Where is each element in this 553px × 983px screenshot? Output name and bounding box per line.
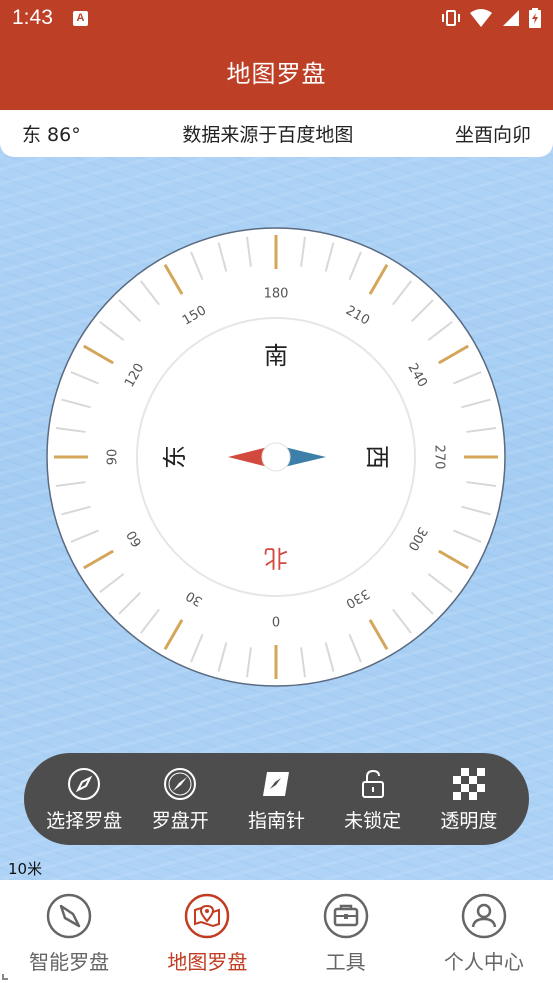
map-scale: 10米 xyxy=(8,860,43,878)
toolbox-icon xyxy=(323,893,368,939)
battery-icon xyxy=(529,8,541,28)
needle-icon xyxy=(258,766,294,802)
data-source-label: 数据来源于百度地图 xyxy=(182,124,354,146)
nav-profile-label: 个人中心 xyxy=(443,950,524,974)
status-time: 1:43 xyxy=(12,6,53,29)
wifi-icon xyxy=(470,9,492,27)
notification-icon: A xyxy=(73,11,88,26)
nav-smart-compass[interactable]: 智能罗盘 xyxy=(9,892,129,975)
page-title: 地图罗盘 xyxy=(226,60,327,88)
transparency-label: 透明度 xyxy=(440,809,498,832)
app-header: 地图罗盘 xyxy=(0,38,553,110)
degree-label: 0 xyxy=(272,613,280,628)
nav-profile[interactable]: 个人中心 xyxy=(424,892,544,975)
needle-button[interactable]: 指南针 xyxy=(231,766,321,833)
degree-label: 90 xyxy=(106,449,121,466)
compass-open-button[interactable]: 罗盘开 xyxy=(135,766,225,833)
cardinal-north: 北 xyxy=(264,544,288,572)
degree-label: 270 xyxy=(432,445,447,470)
lock-button[interactable]: 未锁定 xyxy=(328,766,418,833)
bottom-nav: 智能罗盘 地图罗盘 工具 个人中心 xyxy=(0,880,553,983)
orientation-label: 坐酉向卯 xyxy=(454,124,531,146)
corner-marker xyxy=(2,974,8,980)
nav-map-compass[interactable]: 地图罗盘 xyxy=(147,892,267,975)
compass-dial[interactable]: 0306090120150180210240270300330 北东南西 xyxy=(45,226,507,688)
compass-toolbar: 选择罗盘 罗盘开 指南针 未锁定 透明度 xyxy=(24,753,529,845)
nav-smart-compass-label: 智能罗盘 xyxy=(29,950,110,974)
select-compass-button[interactable]: 选择罗盘 xyxy=(39,766,129,833)
vibrate-icon xyxy=(442,10,460,26)
nav-tools-label: 工具 xyxy=(325,950,366,974)
select-compass-label: 选择罗盘 xyxy=(46,809,123,832)
heading-readout: 东 86° xyxy=(22,124,81,146)
transparency-button[interactable]: 透明度 xyxy=(424,766,514,833)
compass-open-label: 罗盘开 xyxy=(151,809,209,832)
info-bar: 东 86° 数据来源于百度地图 坐酉向卯 xyxy=(0,110,553,157)
nav-map-compass-label: 地图罗盘 xyxy=(167,950,248,974)
signal-icon xyxy=(503,10,519,26)
unlock-icon xyxy=(355,766,391,802)
status-icons xyxy=(441,8,541,28)
cardinal-west: 西 xyxy=(363,445,391,469)
nav-tools[interactable]: 工具 xyxy=(286,892,406,975)
compass-select-icon xyxy=(66,766,102,802)
degree-label: 180 xyxy=(264,287,289,302)
needle-label: 指南针 xyxy=(247,809,305,832)
status-bar: 1:43 A xyxy=(0,0,553,38)
lock-label: 未锁定 xyxy=(344,809,402,832)
user-icon xyxy=(461,893,507,939)
cardinal-south: 南 xyxy=(264,342,288,370)
cardinal-east: 东 xyxy=(161,445,189,469)
transparency-icon xyxy=(451,766,487,802)
needle-hub xyxy=(261,442,291,472)
compass-icon xyxy=(46,893,92,939)
map-pin-icon xyxy=(185,893,230,939)
compass-open-icon xyxy=(162,766,198,802)
